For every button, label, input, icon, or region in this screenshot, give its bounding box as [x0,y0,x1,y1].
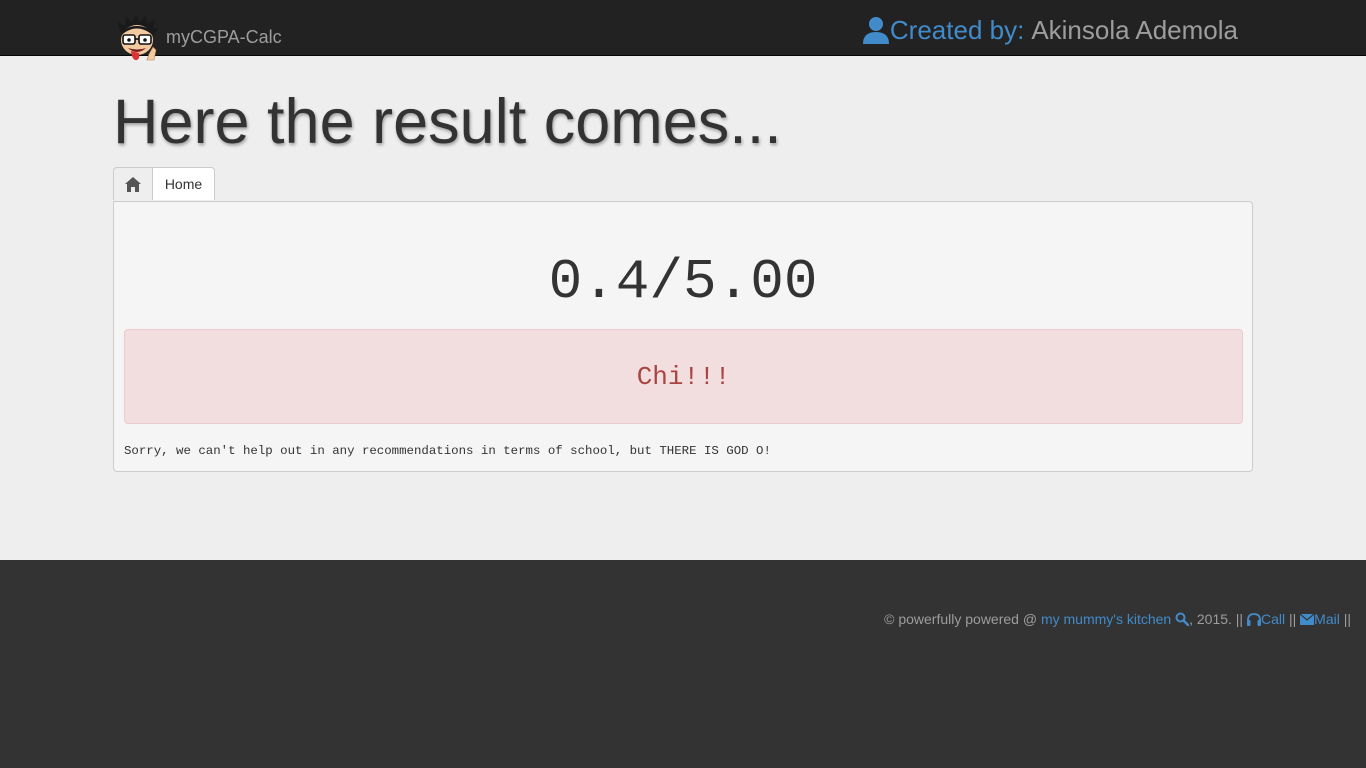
kitchen-link-label: my mummy's kitchen [1040,611,1172,627]
nav-tabs: Home [113,167,215,201]
footer: © powerfully powered @ my mummy's kitche… [0,560,1366,768]
result-alert: Chi!!! [124,329,1243,424]
recommendation-note: Sorry, we can't help out in any recommen… [124,444,771,458]
credit-label: Created by: [889,15,1025,45]
result-panel: 0.4/5.00 Chi!!! Sorry, we can't help out… [113,201,1253,472]
mail-link[interactable]: Mail [1300,611,1340,627]
navbar: myCGPA-Calc Created by: Akinsola Ademola [0,0,1366,61]
cgpa-score: 0.4/5.00 [548,250,818,314]
cartoon-face-logo [118,14,159,61]
footer-line: © powerfully powered @ my mummy's kitche… [884,611,1351,627]
brand-name: myCGPA-Calc [166,27,282,47]
kitchen-link[interactable]: my mummy's kitchen [1040,611,1190,627]
brand-link[interactable]: myCGPA-Calc [116,14,282,62]
tab-home[interactable]: Home [153,167,215,200]
footer-prefix: © powerfully powered @ [884,611,1038,627]
mail-label: Mail [1314,611,1340,627]
page-title: Here the result comes... [113,87,782,157]
tab-home-icon[interactable] [113,167,153,200]
envelope-icon [1300,613,1315,625]
call-label: Call [1260,611,1286,627]
footer-separator-end: || [1343,611,1351,627]
creator-credit: Created by: Akinsola Ademola [862,14,1238,46]
search-icon [1175,612,1190,626]
footer-year: , 2015. || [1189,611,1244,627]
alert-text: Chi!!! [636,361,731,392]
home-icon [125,176,141,192]
user-icon [862,17,889,44]
call-link[interactable]: Call [1246,611,1286,627]
headphones-icon [1246,612,1261,626]
footer-separator: || [1288,611,1297,627]
credit-name: Akinsola Ademola [1031,15,1238,45]
